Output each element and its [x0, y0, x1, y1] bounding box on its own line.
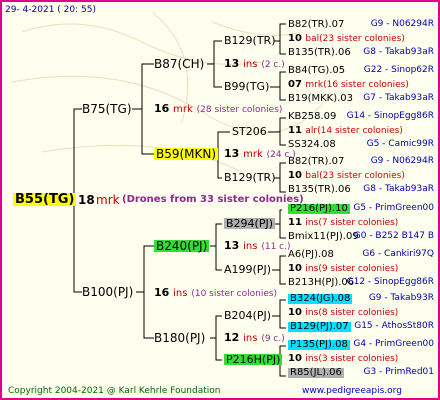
g4-route: G4 - PrimGreen00 — [353, 339, 434, 349]
g4-route: G7 - Takab93aR — [363, 93, 434, 103]
g3-queen[interactable]: B204(PJ) — [224, 310, 271, 321]
g3-queen[interactable]: B294(PJ) — [224, 218, 276, 229]
g4-route: G14 - SinopEgg86R — [346, 111, 434, 121]
g4-route: G9 - N06294R — [370, 19, 434, 29]
g3-queen[interactable]: ST206 — [232, 126, 267, 137]
root-note: (Drones from 33 sister colonies) — [122, 194, 304, 205]
g4-route: G15 - AthosSt80R — [354, 321, 434, 331]
g3-queen[interactable]: B129(TR) — [224, 35, 276, 46]
g4-queen[interactable]: B135(TR).06 — [288, 48, 351, 58]
g3-queen[interactable]: B99(TG) — [224, 81, 269, 92]
g4-route: G6 - Cankiri97Q — [362, 249, 434, 259]
g4-route: G12 - SinopEgg86R — [346, 277, 434, 287]
g4-count: 10 ins(3 sister colonies) — [288, 353, 399, 364]
g4-queen[interactable]: B324(JG).08 — [288, 294, 353, 304]
g4-queen[interactable]: P135(PJ).08 — [288, 340, 350, 350]
g4-queen[interactable]: Bmix11(PJ).09 — [288, 232, 359, 242]
g4-route: G0 - B252 B147 B — [353, 231, 434, 241]
g4-count: 11 alr(14 sister colonies) — [288, 125, 403, 136]
g4-route: G22 - Sinop62R — [363, 65, 434, 75]
g4-route: G5 - Camic99R — [366, 139, 434, 149]
g2-queen[interactable]: B240(PJ) — [154, 240, 210, 252]
g4-count: 10 ins(8 sister colonies) — [288, 307, 399, 318]
g2-count: 13 ins (11 c.) — [224, 239, 291, 252]
g4-route: G9 - Takab93R — [368, 293, 434, 303]
g3-queen[interactable]: A199(PJ) — [224, 264, 271, 275]
g4-queen[interactable]: B84(TG).05 — [288, 66, 345, 76]
g4-queen[interactable]: B82(TR).07 — [288, 157, 344, 167]
g4-queen[interactable]: KB258.09 — [288, 112, 336, 122]
g4-queen[interactable]: P216(PJ).10 — [288, 204, 350, 214]
g4-count: 10 ins(9 sister colonies) — [288, 263, 399, 274]
g4-queen[interactable]: R85(JL).06 — [288, 368, 344, 378]
g4-queen[interactable]: B82(TR).07 — [288, 20, 344, 30]
site-link[interactable]: www.pedigreeapis.org — [302, 387, 402, 396]
pedigree-frame: 29- 4-2021 ( 20: 55) B55(TG) 18 mrk (Dro… — [0, 0, 440, 400]
g4-route: G8 - Takab93aR — [363, 47, 434, 57]
g1-queen[interactable]: B100(PJ) — [82, 286, 133, 298]
g4-queen[interactable]: SS324.08 — [288, 140, 336, 150]
g4-queen[interactable]: B213H(PJ).06 — [288, 278, 354, 288]
root-count: 18 — [78, 193, 95, 207]
g2-count: 13 mrk (24 c.) — [224, 147, 296, 160]
g2-count: 12 ins (9 c.) — [224, 331, 285, 344]
g4-count: 07 mrk(16 sister colonies) — [288, 79, 409, 90]
g2-queen[interactable]: B87(CH) — [154, 58, 204, 70]
g4-route: G9 - N06294R — [370, 156, 434, 166]
g2-queen[interactable]: B180(PJ) — [154, 332, 205, 344]
g1-queen[interactable]: B75(TG) — [82, 103, 132, 115]
g4-queen[interactable]: A6(PJ).08 — [288, 250, 334, 260]
g4-queen[interactable]: B135(TR).06 — [288, 185, 351, 195]
g4-count: 11 ins(7 sister colonies) — [288, 217, 399, 228]
g3-queen[interactable]: B129(TR) — [224, 172, 276, 183]
g4-queen[interactable]: B19(MKK).03 — [288, 94, 353, 104]
g4-route: G3 - PrimRed01 — [363, 367, 434, 377]
g3-count: 13 ins (2 c.) — [224, 57, 285, 70]
root-queen[interactable]: B55(TG) — [13, 193, 77, 206]
g4-count: 10 bal(23 sister colonies) — [288, 170, 405, 181]
g4-queen[interactable]: B129(PJ).07 — [288, 322, 351, 332]
g1-count: 16 mrk (28 sister colonies) — [154, 102, 283, 115]
g1-count: 16 ins (10 sister colonies) — [154, 286, 278, 299]
g3-queen[interactable]: P216H(PJ) — [224, 354, 283, 365]
timestamp: 29- 4-2021 ( 20: 55) — [5, 5, 96, 15]
g2-queen[interactable]: B59(MKN) — [154, 148, 219, 160]
g4-route: G5 - PrimGreen00 — [353, 203, 434, 213]
g4-count: 10 bal(23 sister colonies) — [288, 33, 405, 44]
g4-route: G8 - Takab93aR — [363, 184, 434, 194]
copyright: Copyright 2004-2021 @ Karl Kehrle Founda… — [8, 386, 221, 396]
root-label: mrk — [96, 193, 120, 207]
